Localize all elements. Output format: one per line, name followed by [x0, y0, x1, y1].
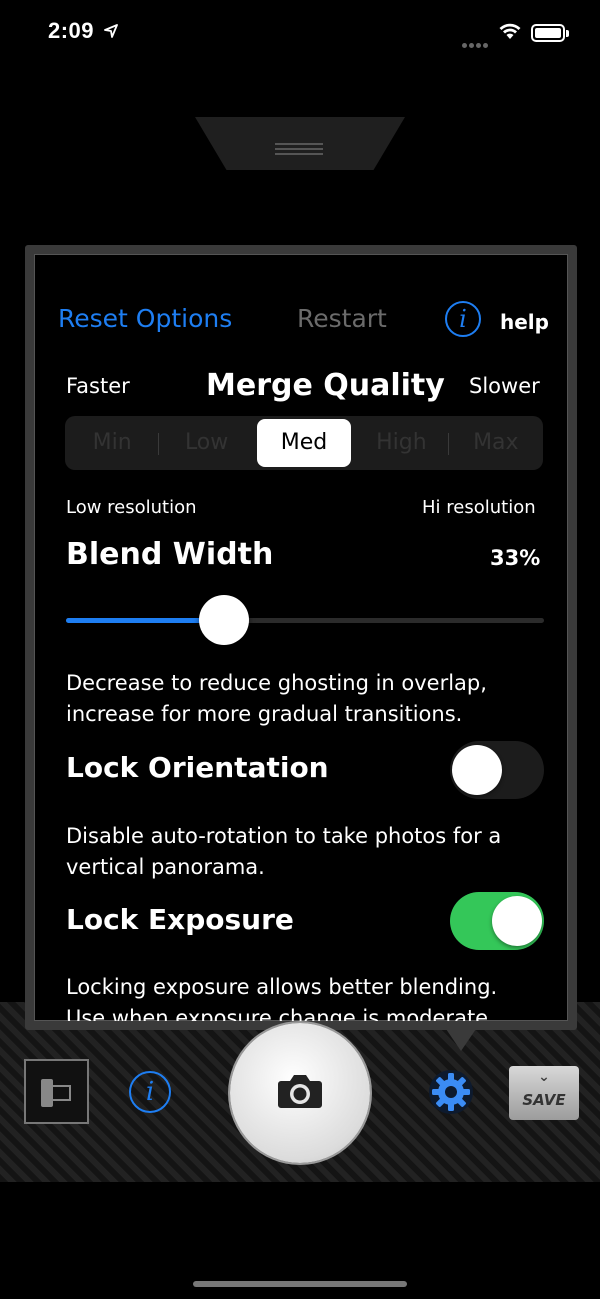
segment-max[interactable]: Max	[449, 419, 543, 467]
merge-quality-segmented-control[interactable]: Min Low Med High Max	[65, 416, 543, 470]
blend-width-title: Blend Width	[66, 537, 274, 572]
lock-exposure-toggle[interactable]	[450, 892, 544, 950]
segment-med[interactable]: Med	[256, 419, 352, 467]
merge-quality-title: Merge Quality	[206, 368, 445, 403]
reset-options-button[interactable]: Reset Options	[58, 304, 232, 333]
location-arrow-icon	[104, 24, 118, 38]
lock-exposure-description: Locking exposure allows better blending.…	[66, 975, 498, 1030]
cellular-signal-icon	[462, 33, 490, 52]
film-roll-icon	[41, 1079, 53, 1107]
battery-icon	[531, 24, 569, 42]
lock-exposure-label: Lock Exposure	[66, 903, 294, 936]
blend-width-description: Decrease to reduce ghosting in overlap, …	[66, 671, 487, 726]
shutter-button[interactable]	[230, 1023, 370, 1163]
options-panel: Reset Options Restart i help Faster Merg…	[25, 245, 577, 1030]
save-button[interactable]: ⌄ SAVE	[509, 1066, 579, 1120]
status-time: 2:09	[48, 18, 95, 43]
faster-label: Faster	[66, 374, 130, 398]
lock-orientation-description: Disable auto-rotation to take photos for…	[66, 824, 502, 879]
film-roll-button[interactable]	[24, 1059, 89, 1124]
status-bar: 2:09	[0, 0, 600, 66]
hi-resolution-label: Hi resolution	[422, 497, 536, 518]
slower-label: Slower	[469, 374, 540, 398]
segment-min[interactable]: Min	[65, 419, 160, 467]
restart-button[interactable]: Restart	[297, 304, 387, 333]
save-chevron-icon: ⌄	[538, 1069, 550, 1085]
gear-icon[interactable]	[428, 1069, 474, 1115]
lock-orientation-toggle[interactable]	[450, 741, 544, 799]
segment-high[interactable]: High	[354, 419, 450, 467]
blend-width-value: 33%	[490, 546, 541, 570]
home-indicator	[193, 1281, 407, 1287]
save-label: SAVE	[522, 1091, 566, 1109]
toolbar-info-icon[interactable]: i	[129, 1071, 171, 1113]
panel-pointer	[446, 1029, 476, 1051]
segment-low[interactable]: Low	[159, 419, 253, 467]
top-pull-handle[interactable]	[195, 117, 405, 170]
info-icon[interactable]: i	[445, 301, 481, 337]
low-resolution-label: Low resolution	[66, 497, 197, 518]
help-button[interactable]: help	[500, 310, 549, 334]
blend-width-slider-thumb[interactable]	[198, 595, 249, 645]
lock-orientation-label: Lock Orientation	[66, 751, 329, 784]
wifi-icon	[499, 23, 521, 39]
camera-icon	[278, 1075, 322, 1108]
grip-lines-icon	[275, 143, 323, 158]
